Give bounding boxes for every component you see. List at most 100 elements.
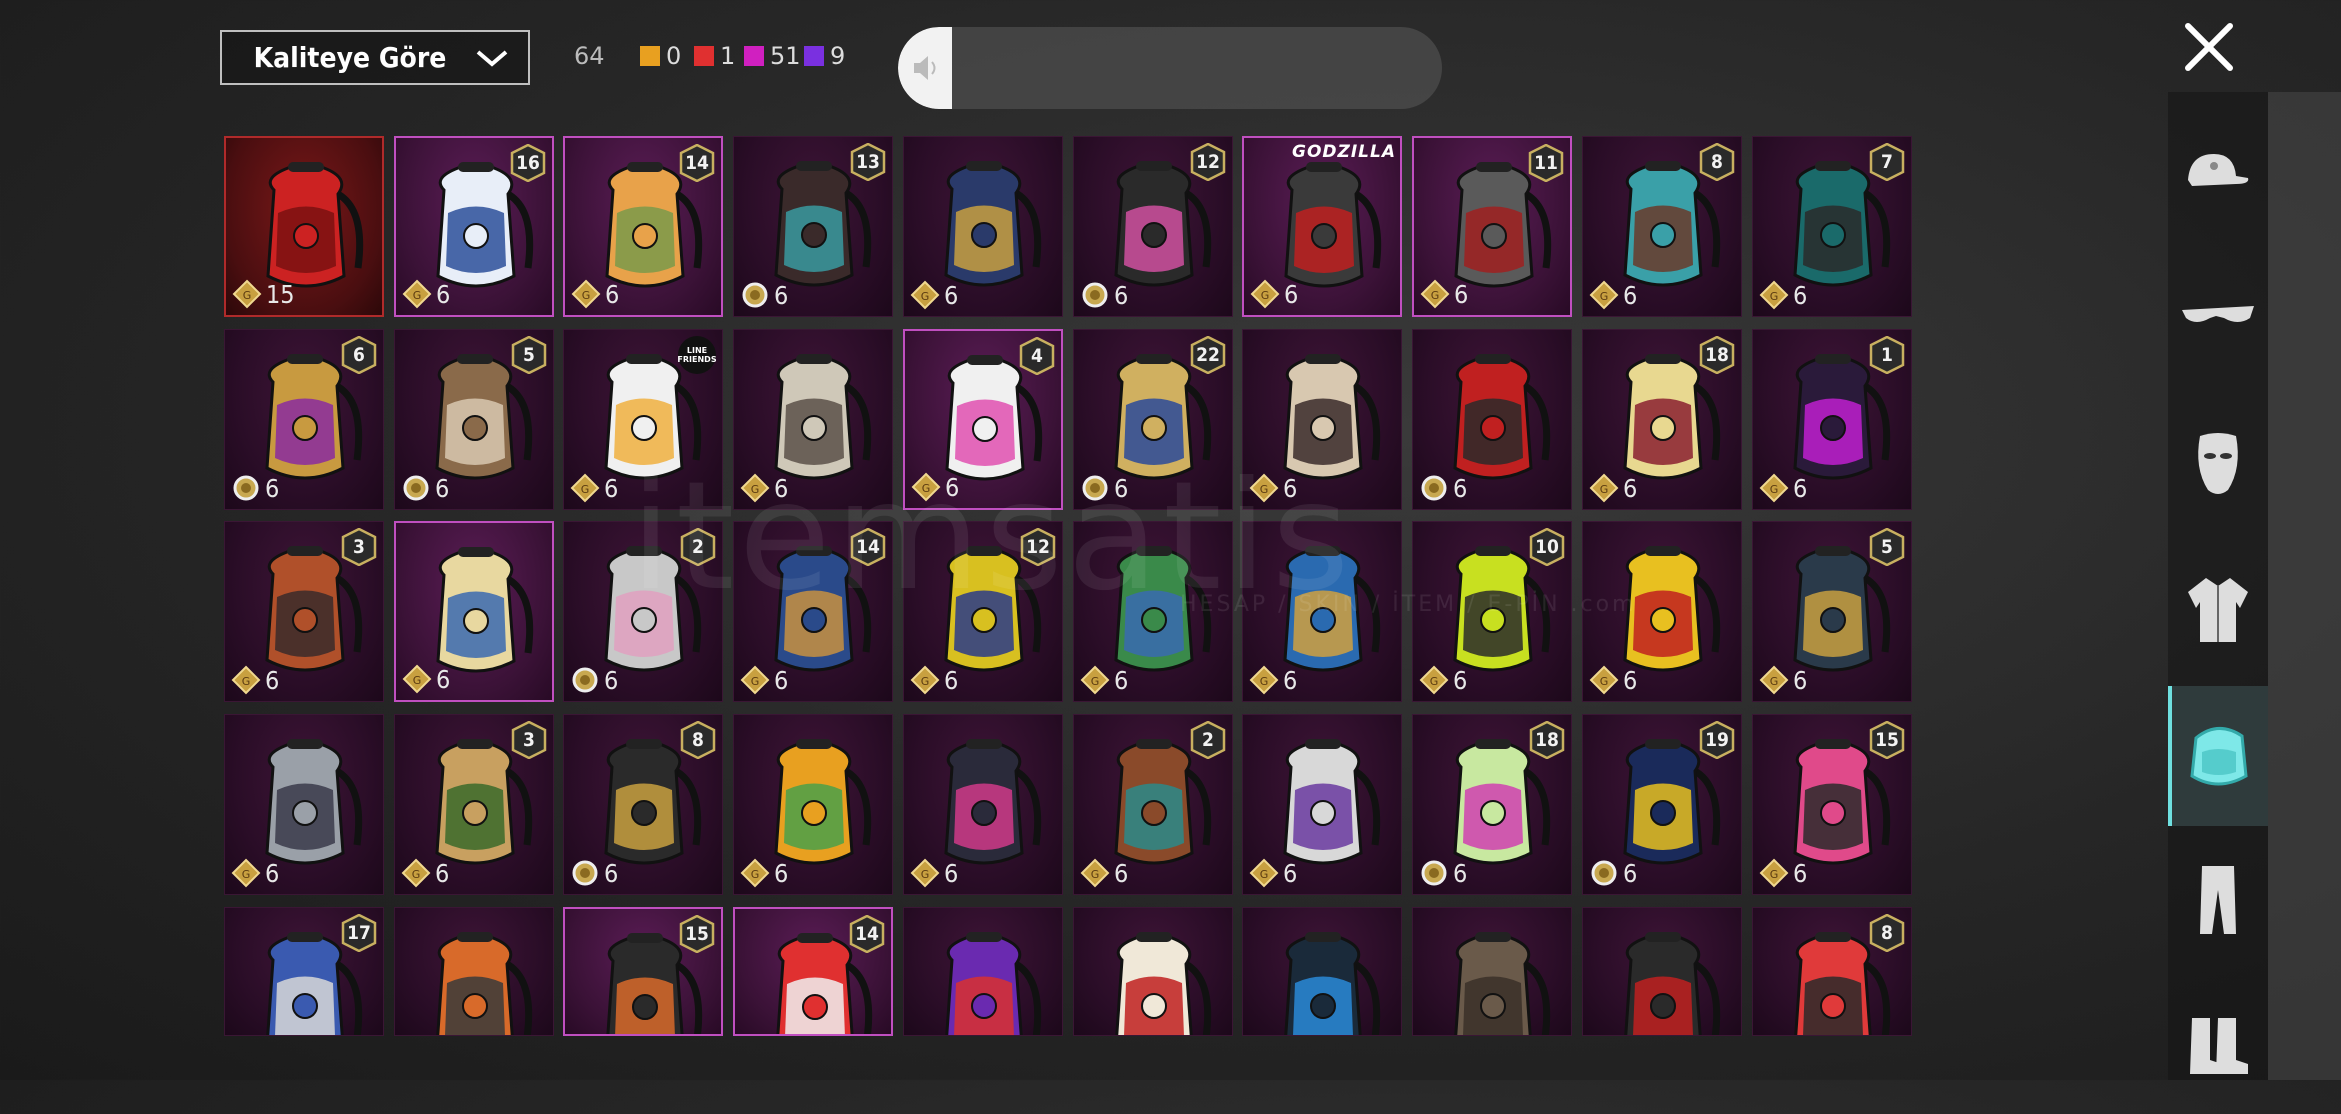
backpack-item[interactable]: 12 G 6 xyxy=(903,521,1063,702)
backpack-item[interactable]: 3G6 xyxy=(394,714,554,895)
item-count: G6 xyxy=(571,279,619,309)
item-count: G6 xyxy=(231,665,279,695)
backpack-item[interactable] xyxy=(1582,907,1742,1036)
level-badge: 12 xyxy=(1190,142,1226,185)
backpack-item[interactable]: G6 xyxy=(1582,521,1742,702)
item-count-value: 6 xyxy=(1623,280,1638,310)
backpack-item[interactable] xyxy=(1412,907,1572,1036)
gold-coin-icon: G xyxy=(1080,858,1110,888)
backpack-item[interactable]: 4G6 xyxy=(903,329,1063,510)
backpack-item[interactable]: 19 6 xyxy=(1582,714,1742,895)
backpack-item[interactable]: 15 G 6 xyxy=(1752,714,1912,895)
speaker-icon[interactable] xyxy=(898,27,952,109)
backpack-item[interactable]: 11 G 6 xyxy=(1412,136,1572,317)
backpack-item[interactable]: G6 xyxy=(394,521,554,702)
backpack-item[interactable]: LINE FRIENDS G 6 xyxy=(563,329,723,510)
backpack-item[interactable]: 66 xyxy=(224,329,384,510)
backpack-item[interactable]: 14 G 6 xyxy=(563,136,723,317)
backpack-item[interactable]: 12 6 xyxy=(1073,136,1233,317)
backpack-item[interactable]: 1G6 xyxy=(1752,329,1912,510)
item-count: G6 xyxy=(740,665,788,695)
backpack-item[interactable]: 13 6 xyxy=(733,136,893,317)
backpack-item[interactable]: 86 xyxy=(563,714,723,895)
level-value: 8 xyxy=(1881,922,1893,944)
category-tab[interactable] xyxy=(2168,110,2268,250)
backpack-item[interactable]: G6 xyxy=(733,714,893,895)
backpack-item[interactable]: 26 xyxy=(563,521,723,702)
level-value: 5 xyxy=(523,344,535,366)
backpack-item[interactable] xyxy=(1242,907,1402,1036)
backpack-item[interactable]: 7G6 xyxy=(1752,136,1912,317)
item-count-value: 6 xyxy=(265,665,280,695)
item-count: G6 xyxy=(570,473,618,503)
quality-swatch xyxy=(744,46,764,66)
backpack-item[interactable]: G6 xyxy=(1242,329,1402,510)
item-count: G 15 xyxy=(232,279,295,309)
backpack-item[interactable]: G6 xyxy=(903,136,1063,317)
gold-coin-icon: G xyxy=(402,664,432,694)
category-tab[interactable] xyxy=(2168,542,2268,682)
category-tab[interactable] xyxy=(2168,398,2268,538)
level-value: 18 xyxy=(1535,729,1559,751)
item-count: 6 xyxy=(1589,858,1637,888)
backpack-item[interactable]: 14 G 6 xyxy=(733,521,893,702)
category-sidebar xyxy=(2168,92,2268,1080)
backpack-item[interactable]: G6 xyxy=(1242,714,1402,895)
backpack-item[interactable]: 2G6 xyxy=(1073,714,1233,895)
backpack-item[interactable]: 10 G 6 xyxy=(1412,521,1572,702)
gold-coin-icon: G xyxy=(911,472,941,502)
backpack-item[interactable]: 56 xyxy=(394,329,554,510)
backpack-item[interactable]: G6 xyxy=(1073,521,1233,702)
backpack-item[interactable]: G6 xyxy=(903,714,1063,895)
backpack-item[interactable]: G6 xyxy=(224,714,384,895)
backpack-item[interactable]: 5G6 xyxy=(1752,521,1912,702)
level-value: 14 xyxy=(855,923,879,945)
backpack-item[interactable] xyxy=(903,907,1063,1036)
svg-text:G: G xyxy=(1260,868,1269,881)
backpack-item[interactable]: GODZILLA G 6 xyxy=(1242,136,1402,317)
backpack-item[interactable]: G 15 xyxy=(224,136,384,317)
backpack-item[interactable]: 14 xyxy=(733,907,893,1036)
search-input[interactable] xyxy=(958,27,1432,109)
backpack-item[interactable]: 16 G 6 xyxy=(394,136,554,317)
backpack-item[interactable]: 6 xyxy=(1412,329,1572,510)
item-count: G6 xyxy=(1759,858,1807,888)
backpack-item[interactable]: 17 xyxy=(224,907,384,1036)
search-bar[interactable] xyxy=(898,27,1442,109)
level-value: 13 xyxy=(856,151,880,173)
backpack-item[interactable]: G6 xyxy=(1242,521,1402,702)
item-count-value: 6 xyxy=(1453,858,1468,888)
backpack-item[interactable] xyxy=(394,907,554,1036)
category-tab[interactable] xyxy=(2168,830,2268,970)
item-count-value: 6 xyxy=(1114,280,1129,310)
backpack-item[interactable]: 8 xyxy=(1752,907,1912,1036)
level-badge: 22 xyxy=(1190,335,1226,378)
level-badge: 8 xyxy=(1699,142,1735,185)
gold-coin-icon: G xyxy=(402,279,432,309)
backpack-item[interactable]: G6 xyxy=(733,329,893,510)
item-count-value: 6 xyxy=(1114,858,1129,888)
item-count: G6 xyxy=(401,858,449,888)
level-value: 18 xyxy=(1705,344,1729,366)
category-tab[interactable] xyxy=(2168,974,2268,1114)
sort-dropdown[interactable]: Kaliteye Göre xyxy=(220,30,530,85)
level-value: 4 xyxy=(1031,345,1043,367)
item-count: 6 xyxy=(740,280,788,310)
category-tab[interactable] xyxy=(2168,254,2268,394)
svg-text:G: G xyxy=(921,675,930,688)
item-count-value: 6 xyxy=(604,665,619,695)
mask-icon xyxy=(2198,433,2238,494)
svg-text:G: G xyxy=(751,483,760,496)
backpack-item[interactable]: 15 xyxy=(563,907,723,1036)
quality-swatch xyxy=(694,46,714,66)
svg-text:G: G xyxy=(243,289,252,302)
close-button[interactable] xyxy=(2180,18,2238,76)
backpack-item[interactable]: 22 6 xyxy=(1073,329,1233,510)
backpack-item[interactable]: 8G6 xyxy=(1582,136,1742,317)
backpack-item[interactable]: 18 6 xyxy=(1412,714,1572,895)
category-tab[interactable] xyxy=(2168,686,2268,826)
backpack-item[interactable] xyxy=(1073,907,1233,1036)
backpack-item[interactable]: 3G6 xyxy=(224,521,384,702)
backpack-item[interactable]: 18 G 6 xyxy=(1582,329,1742,510)
level-value: 2 xyxy=(692,536,704,558)
